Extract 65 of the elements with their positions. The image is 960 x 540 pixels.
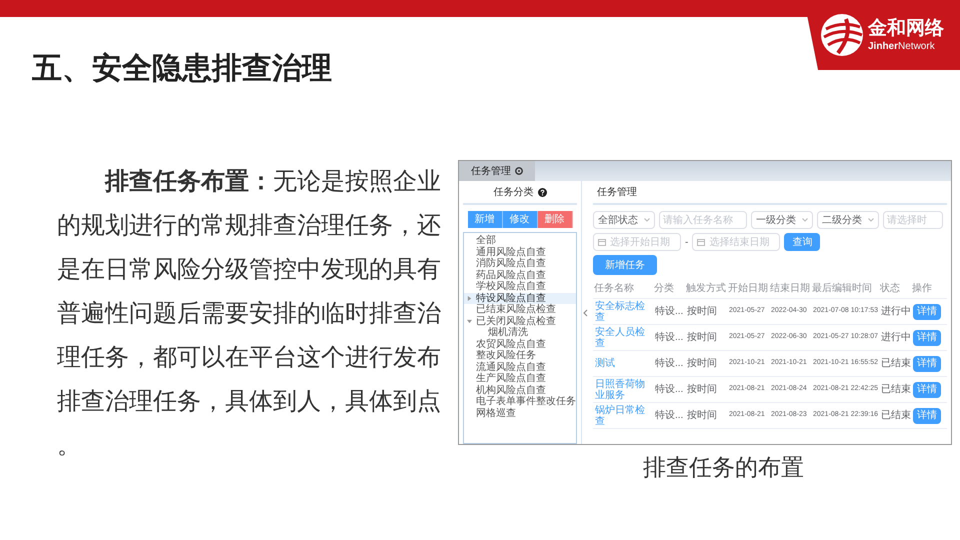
tree-item[interactable]: 特设风险点自查	[476, 292, 546, 304]
chevron-left-icon	[583, 308, 588, 316]
table-cell-text: 按时间	[686, 408, 718, 423]
dropdown[interactable]: 一级分类	[751, 211, 813, 229]
chevron-down-icon	[868, 218, 874, 222]
text-field[interactable]: 请输入任务名称	[659, 211, 747, 229]
striped-circle-logo-icon	[820, 13, 864, 57]
tree-item[interactable]: 全部	[476, 235, 496, 246]
tree-item[interactable]: 药品风险点自查	[476, 270, 546, 281]
tree-item[interactable]: 整改风险任务	[476, 350, 536, 362]
logo-name: 金和网络	[868, 18, 944, 38]
chevron-down-icon	[802, 218, 808, 222]
calendar-icon	[598, 238, 606, 246]
table-cell-text: 进行中	[880, 330, 911, 345]
caret-icon[interactable]	[467, 318, 472, 324]
slide-title: 五、安全隐患排查治理	[32, 51, 332, 87]
table-cell-text: 特设...	[654, 356, 684, 371]
body-paragraph: 排查任务布置：无论是按照企业的规划进行的常规排查治理任务，还是在日常风险分级管控中发现的具有普遍性问题后需要安排的临时排查治理任务，都可以在平台这个进行发布排查治理任务，具体到人，具体到点。	[57, 167, 442, 461]
tree-item[interactable]: 电子表单事件整改任务	[476, 396, 576, 408]
panel-title: 任务管理	[597, 186, 637, 200]
tree-item[interactable]: 流通风险点自查	[476, 362, 546, 373]
table-cell-text: 按时间	[686, 356, 718, 371]
table-cell-text: 已结束	[880, 382, 911, 397]
tab[interactable]: 任务管理	[459, 161, 535, 181]
tree-item[interactable]: 已结束风险点检查	[476, 304, 556, 316]
table-cell-text: 特设...	[654, 408, 684, 423]
tree-item[interactable]: 学校风险点自查	[476, 281, 546, 292]
figure-caption: 排查任务的布置	[643, 453, 804, 482]
collapse-handle[interactable]	[581, 181, 589, 444]
column-header: 操作	[911, 282, 933, 296]
logo-subtitle: JinherNetwork	[868, 42, 936, 52]
calendar-icon	[697, 238, 706, 246]
table-cell-text: 已结束	[880, 356, 911, 371]
tree-item[interactable]: 生产风险点自查	[476, 373, 546, 384]
tree-item[interactable]: 农贸风险点自查	[476, 338, 546, 350]
tree-item[interactable]: 通用风险点自查	[476, 246, 546, 258]
tree-item[interactable]: 网格巡查	[476, 408, 516, 419]
column-header: 任务名称	[593, 282, 635, 296]
help-icon	[538, 188, 546, 196]
text-field[interactable]: 请选择时	[883, 211, 943, 229]
tree-item[interactable]: 消防风险点自查	[476, 258, 546, 270]
column-header: 状态	[879, 282, 901, 296]
table-cell-text: 已结束	[880, 408, 911, 423]
close-icon[interactable]	[515, 167, 523, 175]
date-separator: -	[685, 236, 688, 250]
table-cell-text: 特设...	[654, 330, 684, 345]
column-header: 最后编辑时间	[811, 282, 873, 296]
dropdown[interactable]: 二级分类	[817, 211, 879, 229]
tree-item[interactable]: 已关闭风险点检查	[476, 316, 556, 327]
chevron-down-icon	[644, 218, 650, 222]
table-cell-text: 特设...	[654, 304, 684, 319]
caret-icon[interactable]	[467, 296, 472, 301]
table-cell-text: 进行中	[880, 304, 911, 319]
table-cell-text: 按时间	[686, 382, 718, 397]
column-header: 开始日期	[727, 282, 769, 296]
table-cell-text: 按时间	[686, 330, 718, 345]
tree-item[interactable]: 机构风险点自查	[476, 384, 546, 396]
table-cell-text: 特设...	[654, 382, 684, 397]
tree-item[interactable]: 烟机清洗	[488, 327, 528, 338]
dropdown[interactable]: 全部状态	[593, 211, 655, 229]
table-cell-text: 按时间	[686, 304, 718, 319]
column-header: 分类	[653, 282, 675, 296]
column-header: 结束日期	[769, 282, 811, 296]
column-header: 触发方式	[685, 282, 727, 296]
panel-title: 任务分类	[494, 186, 534, 200]
